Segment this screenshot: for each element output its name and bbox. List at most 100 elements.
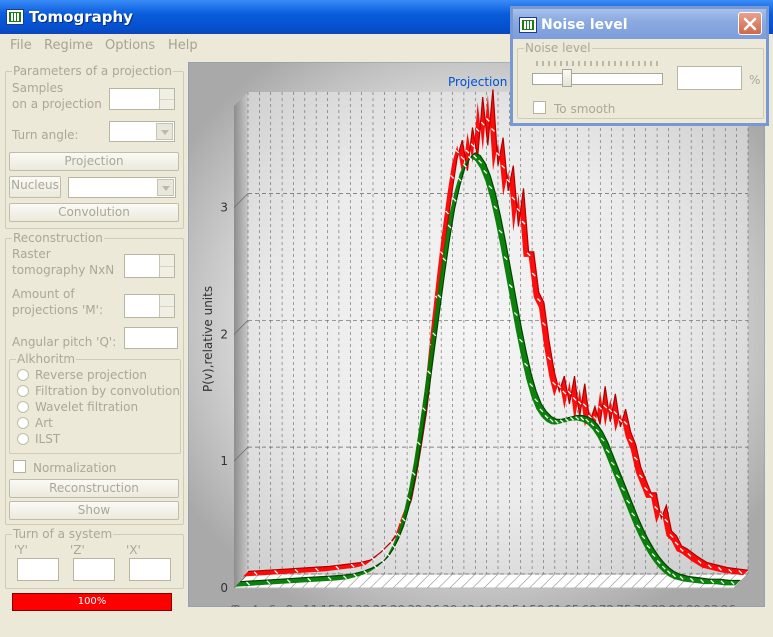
app-icon — [519, 17, 537, 33]
projection-button[interactable]: Projection — [9, 152, 179, 171]
params-group: Parameters of a projection Samples on a … — [5, 65, 184, 229]
noise-level-window: Noise level Noise level % To smooth — [510, 6, 769, 126]
turn-group-title: Turn of a system — [12, 527, 114, 541]
x-tick-label: 6 — [268, 603, 276, 607]
nucleus-button[interactable]: Nucleus — [9, 176, 61, 198]
chevron-down-icon[interactable] — [156, 123, 173, 140]
x-tick-label: 46 — [477, 603, 492, 607]
pitch-input[interactable] — [124, 327, 178, 349]
normalization-label: Normalization — [33, 461, 117, 475]
x-tick-label: 68 — [581, 603, 596, 607]
radio-filtration-convolution-label: Filtration by convolution — [35, 384, 180, 398]
reconstruction-group: Reconstruction Raster tomography NxN Amo… — [5, 232, 184, 525]
x-tick-label: 93 — [703, 603, 718, 607]
x-tick-label: 39 — [442, 603, 457, 607]
y-tick-label: 2 — [220, 327, 228, 341]
radio-wavelet-filtration-label: Wavelet filtration — [35, 400, 139, 414]
window-title: Tomography — [29, 8, 133, 26]
menu-help[interactable]: Help — [168, 38, 198, 53]
samples-input[interactable] — [109, 88, 175, 110]
y-axis-label: P(v),relative units — [201, 286, 215, 392]
samples-label-1: Samples — [12, 81, 64, 95]
x-tick-label: 58 — [529, 603, 544, 607]
noise-titlebar[interactable]: Noise level — [513, 9, 766, 39]
turn-y-input[interactable] — [17, 558, 59, 581]
x-tick-label: 25 — [373, 603, 388, 607]
x-tick-label: 82 — [651, 603, 666, 607]
menu-file[interactable]: File — [10, 38, 32, 53]
pitch-label: Angular pitch 'Q': — [12, 335, 117, 349]
algorithm-group: Alkhoritm Reverse projection Filtration … — [9, 353, 181, 454]
y-tick-label: 0 — [220, 581, 228, 595]
amount-label-1: Amount of — [12, 287, 75, 301]
raster-spinner[interactable] — [159, 255, 174, 277]
radio-art-label: Art — [35, 416, 53, 430]
axis-x-label: 'X' — [126, 543, 141, 557]
raster-label-2: tomography NxN — [12, 263, 115, 277]
chart-title: Projection — [448, 75, 507, 89]
convolution-button[interactable]: Convolution — [9, 203, 179, 222]
noise-window-title: Noise level — [541, 17, 628, 33]
noise-slider-thumb[interactable] — [562, 69, 573, 87]
x-tick-label: 22 — [355, 603, 370, 607]
x-tick-label: 96 — [721, 603, 736, 607]
x-tick-label: 8 — [286, 603, 294, 607]
plot-left-wall — [234, 92, 248, 588]
menu-options[interactable]: Options — [105, 38, 155, 53]
close-button[interactable] — [738, 12, 762, 35]
radio-filtration-convolution[interactable] — [17, 385, 29, 397]
raster-input[interactable] — [124, 254, 175, 278]
noise-group-title: Noise level — [524, 41, 592, 55]
x-tick-label: 61 — [547, 603, 562, 607]
slider-ticks — [536, 61, 658, 66]
x-tick-label: 36 — [425, 603, 440, 607]
radio-wavelet-filtration[interactable] — [17, 401, 29, 413]
y-tick-label: 3 — [220, 200, 228, 214]
noise-percent-input[interactable] — [677, 66, 742, 90]
x-tick-label: 15 — [320, 603, 335, 607]
close-icon — [743, 17, 757, 31]
nucleus-combo[interactable] — [68, 177, 176, 198]
turn-z-input[interactable] — [73, 558, 115, 581]
normalization-checkbox[interactable] — [13, 460, 26, 473]
reconstruction-button[interactable]: Reconstruction — [9, 479, 179, 498]
x-tick-label: 2 — [233, 603, 241, 607]
turn-angle-combo[interactable] — [109, 121, 175, 142]
x-tick-label: 86 — [668, 603, 683, 607]
turn-angle-label: Turn angle: — [12, 128, 79, 142]
app-icon — [6, 9, 24, 25]
radio-reverse-projection[interactable] — [17, 369, 29, 381]
x-tick-label: 43 — [460, 603, 475, 607]
menu-regime[interactable]: Regime — [44, 38, 93, 53]
x-tick-label: 75 — [616, 603, 631, 607]
x-tick-label: 18 — [338, 603, 353, 607]
chevron-down-icon[interactable] — [157, 179, 174, 196]
radio-art[interactable] — [17, 417, 29, 429]
turn-x-input[interactable] — [129, 558, 171, 581]
amount-label-2: projections 'M': — [12, 303, 103, 317]
percent-unit: % — [749, 73, 761, 87]
axis-y-label: 'Y' — [14, 543, 28, 557]
noise-slider-track[interactable] — [532, 73, 663, 85]
params-group-title: Parameters of a projection — [12, 64, 173, 78]
amount-spinner[interactable] — [159, 295, 174, 317]
progress-bar: 100% — [12, 593, 172, 611]
recon-group-title: Reconstruction — [12, 231, 104, 245]
y-tick-label: 1 — [220, 454, 228, 468]
x-tick-label: 54 — [512, 603, 527, 607]
samples-spinner[interactable] — [159, 89, 174, 109]
x-tick-label: 89 — [686, 603, 701, 607]
projection-chart: 0123024681115182225293236394346505458616… — [188, 62, 765, 607]
x-tick-label: 72 — [599, 603, 614, 607]
show-button[interactable]: Show — [9, 501, 179, 520]
axis-z-label: 'Z' — [70, 543, 85, 557]
x-tick-label: 29 — [390, 603, 405, 607]
x-tick-label: 50 — [494, 603, 509, 607]
amount-input[interactable] — [124, 294, 175, 318]
radio-reverse-projection-label: Reverse projection — [35, 368, 147, 382]
x-tick-label: 79 — [634, 603, 649, 607]
radio-ilst[interactable] — [17, 433, 29, 445]
samples-label-2: on a projection — [12, 97, 102, 111]
turn-system-group: Turn of a system 'Y' 'Z' 'X' — [5, 528, 184, 589]
to-smooth-checkbox[interactable] — [533, 101, 546, 114]
